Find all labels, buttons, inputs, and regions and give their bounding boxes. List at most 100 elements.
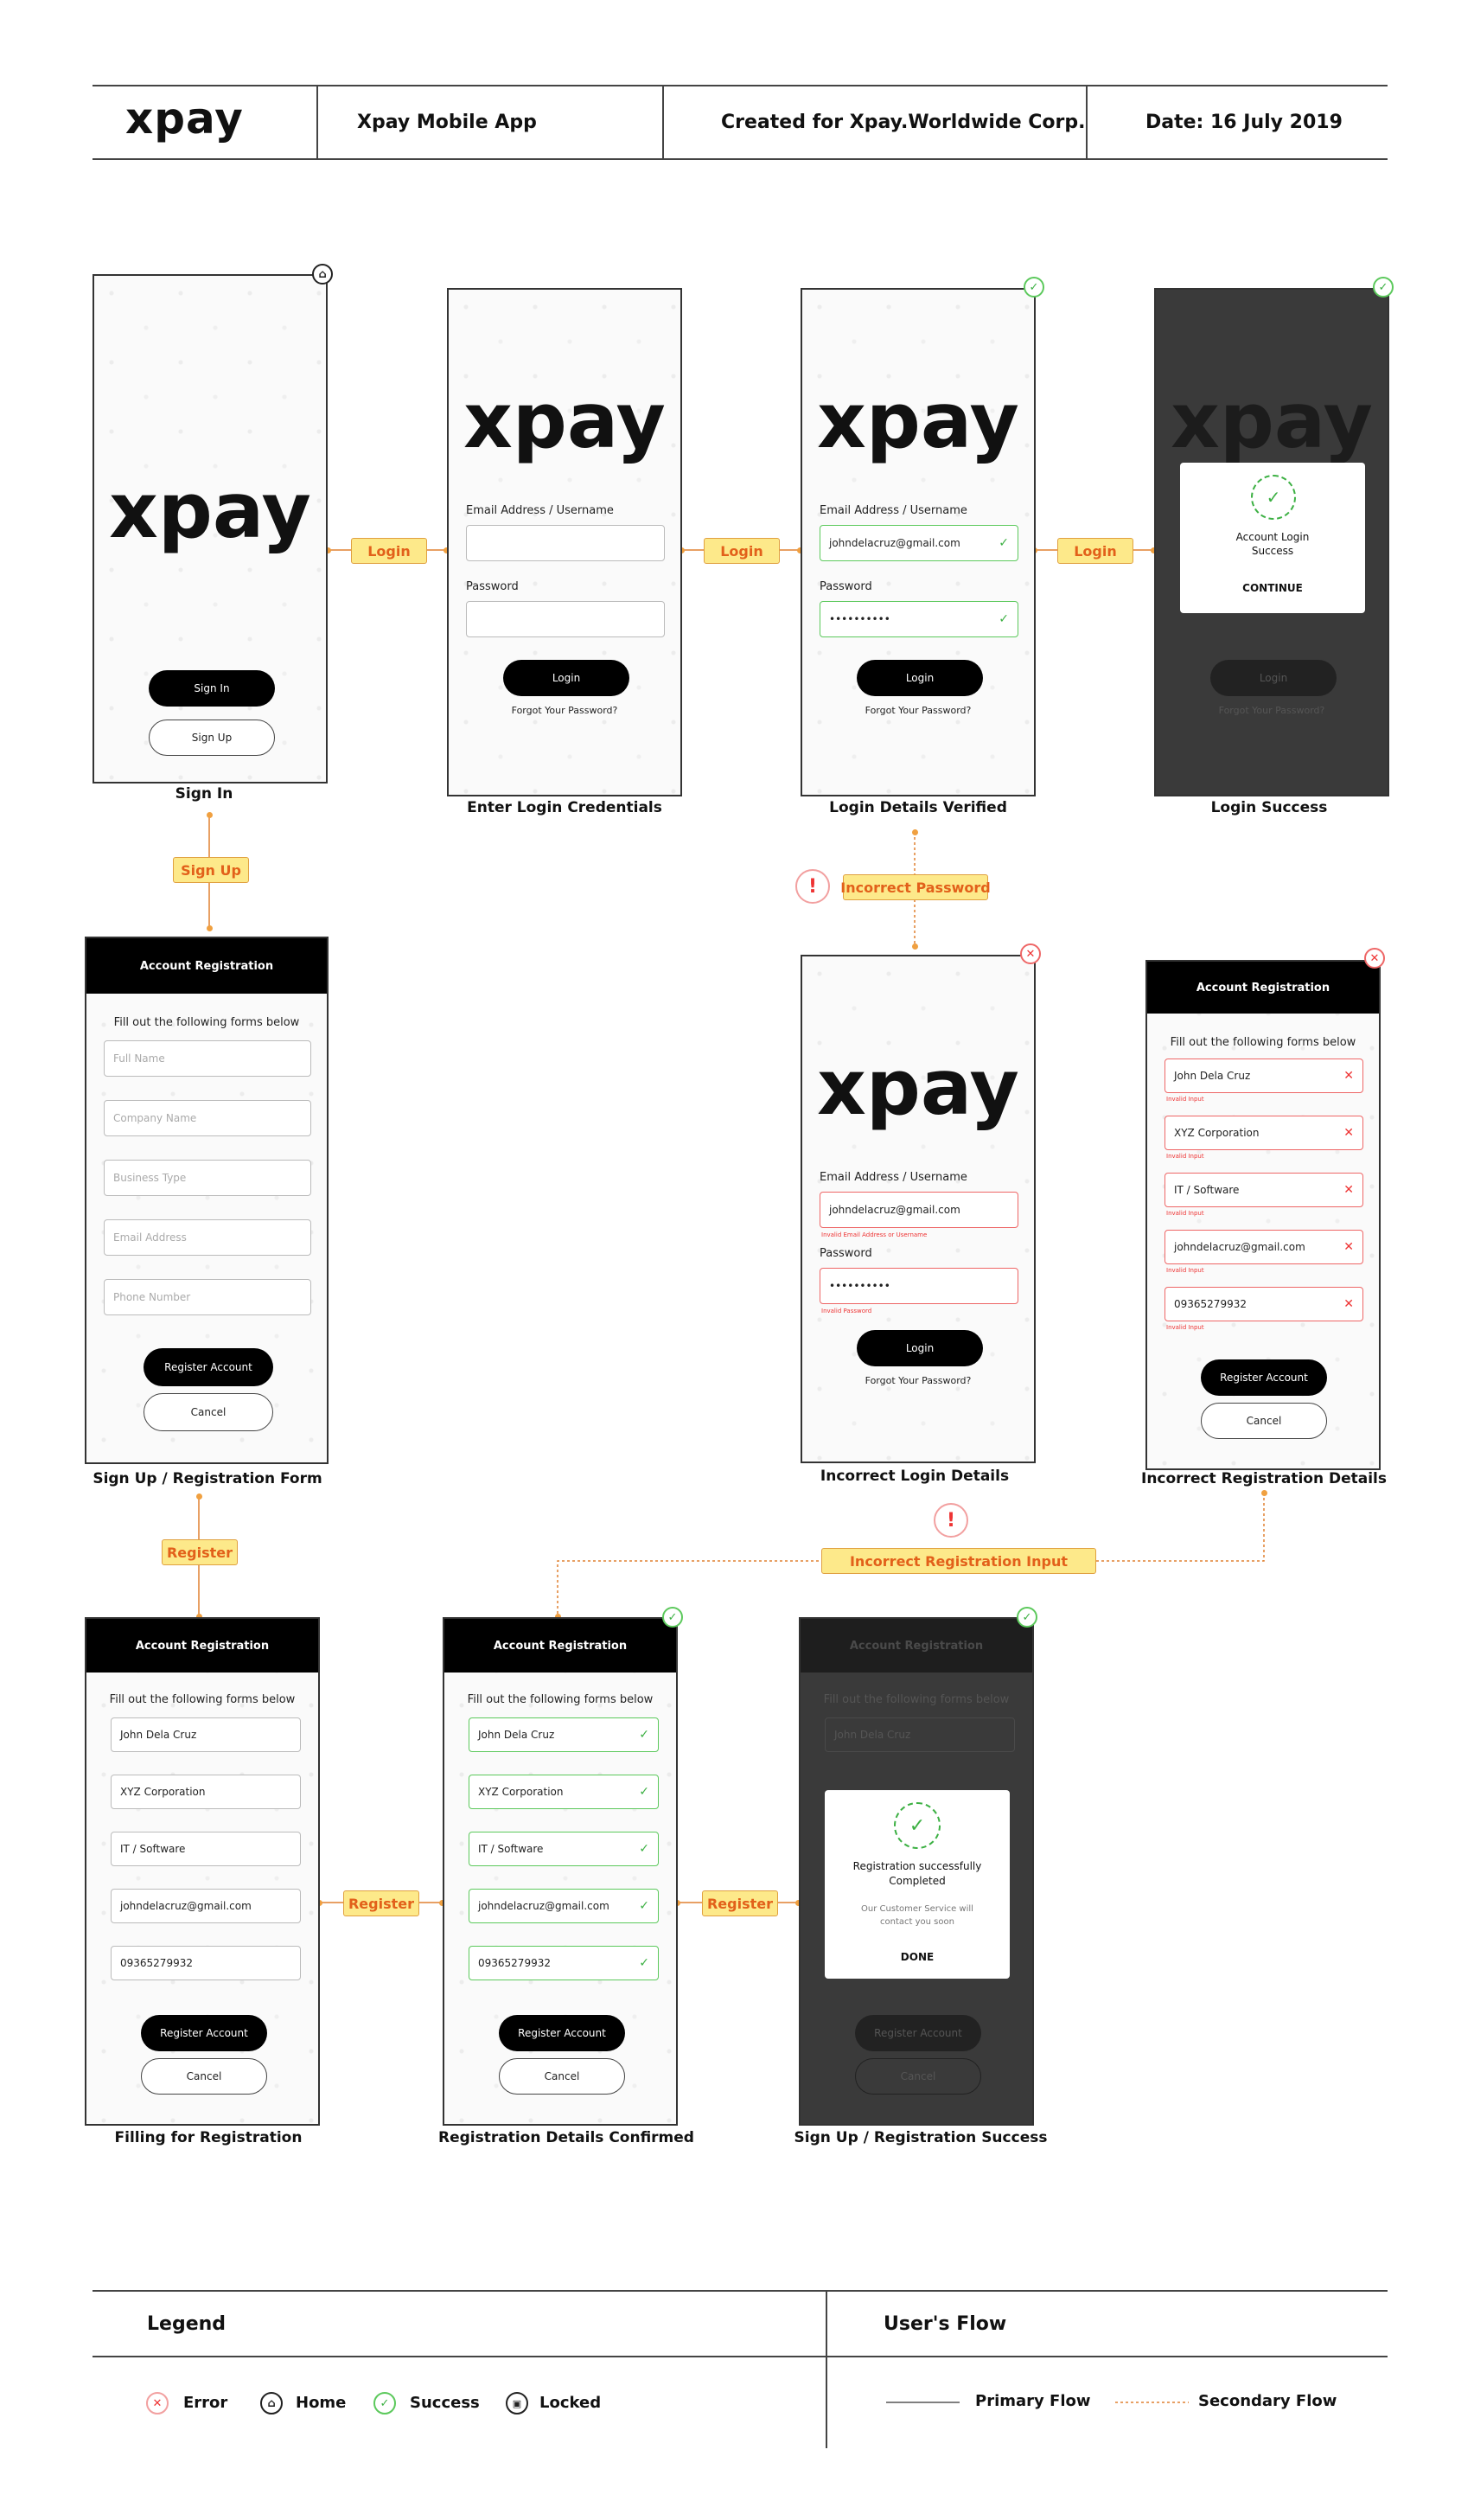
success-check-icon: ✓ — [1251, 475, 1296, 520]
field-value: 09365279932 — [1174, 1298, 1247, 1310]
lock-icon: ▣ — [506, 2392, 528, 2414]
screen-incorrect-login: xpay Email Address / Username johndelacr… — [801, 955, 1036, 1463]
cancel-button[interactable]: Cancel — [499, 2058, 625, 2095]
app-logo: xpay — [817, 1043, 1019, 1132]
full-name-field[interactable]: John Dela Cruz — [111, 1717, 301, 1752]
success-check-icon: ✓ — [894, 1802, 941, 1849]
caption: Enter Login Credentials — [467, 799, 662, 816]
phone-field[interactable]: 09365279932 — [111, 1946, 301, 1980]
flow-dot — [912, 829, 918, 835]
email-field[interactable]: Email Address — [104, 1219, 311, 1256]
flow-tag-incorrect-reg-input: Incorrect Registration Input — [821, 1548, 1096, 1574]
legend-title: Legend — [147, 2313, 227, 2335]
forgot-password-link[interactable]: Forgot Your Password? — [802, 705, 1034, 716]
register-account-button[interactable]: Register Account — [141, 2015, 267, 2051]
flow-tag-login: Login — [351, 538, 427, 564]
phone-field[interactable]: 09365279932 ✕ — [1165, 1287, 1363, 1321]
screen-filling-registration: Account Registration Fill out the follow… — [85, 1617, 320, 2126]
password-label: Password — [466, 580, 519, 593]
registration-header: Account Registration — [444, 1619, 676, 1673]
forgot-password-link[interactable]: Forgot Your Password? — [449, 705, 680, 716]
error-x-icon: ✕ — [1343, 1240, 1354, 1254]
phone-field[interactable]: 09365279932 ✓ — [469, 1946, 659, 1980]
full-name-field: John Dela Cruz — [825, 1717, 1015, 1752]
company-name-field[interactable]: XYZ Corporation ✓ — [469, 1775, 659, 1809]
registration-subtitle: Fill out the following forms below — [109, 1693, 296, 1706]
registration-subtitle: Fill out the following forms below — [467, 1693, 654, 1706]
email-label: Email Address / Username — [820, 1171, 967, 1184]
full-name-field[interactable]: John Dela Cruz ✕ — [1165, 1059, 1363, 1093]
home-icon: ⌂ — [312, 264, 333, 285]
legend-error-label: Error — [183, 2394, 228, 2412]
check-icon: ✓ — [639, 1785, 649, 1799]
continue-button[interactable]: CONTINUE — [1180, 582, 1365, 594]
flow-tag-register: Register — [702, 1890, 778, 1916]
field-value: John Dela Cruz — [834, 1729, 911, 1741]
registration-success-dialog: ✓ Registration successfully Completed Ou… — [825, 1790, 1010, 1979]
field-value: johndelacruz@gmail.com — [1174, 1241, 1305, 1253]
company-name-field[interactable]: XYZ Corporation — [111, 1775, 301, 1809]
email-field[interactable] — [466, 525, 665, 561]
field-error: Invalid Input — [1166, 1267, 1204, 1274]
business-type-field[interactable]: Business Type — [104, 1160, 311, 1196]
company-name-field[interactable]: Company Name — [104, 1100, 311, 1136]
full-name-field[interactable]: Full Name — [104, 1040, 311, 1077]
sign-up-button[interactable]: Sign Up — [149, 720, 275, 756]
email-label: Email Address / Username — [820, 504, 967, 517]
screen-registration-form: Account Registration Fill out the follow… — [85, 937, 329, 1464]
password-field[interactable]: •••••••••• — [820, 1268, 1018, 1304]
register-account-button[interactable]: Register Account — [144, 1348, 273, 1386]
business-type-field[interactable]: IT / Software ✕ — [1165, 1173, 1363, 1207]
cancel-button[interactable]: Cancel — [141, 2058, 267, 2095]
login-button[interactable]: Login — [857, 1330, 983, 1366]
check-icon: ✓ — [639, 1956, 649, 1970]
error-x-icon: ✕ — [1343, 1297, 1354, 1311]
password-field[interactable]: •••••••••• ✓ — [820, 601, 1018, 637]
screen-incorrect-registration: Account Registration Fill out the follow… — [1145, 960, 1381, 1470]
flow-legend-title: User's Flow — [884, 2313, 1007, 2335]
password-field[interactable] — [466, 601, 665, 637]
cancel-button[interactable]: Cancel — [144, 1393, 273, 1431]
cancel-button[interactable]: Cancel — [1201, 1403, 1327, 1439]
business-type-field[interactable]: IT / Software — [111, 1832, 301, 1866]
email-label: Email Address / Username — [466, 504, 614, 517]
password-value: •••••••••• — [829, 613, 890, 625]
register-account-button: Register Account — [855, 2015, 981, 2051]
flow-tag-login: Login — [704, 538, 780, 564]
success-icon: ✓ — [1017, 1607, 1037, 1628]
phone-field[interactable]: Phone Number — [104, 1279, 311, 1315]
flow-dot — [196, 1493, 202, 1500]
full-name-field[interactable]: John Dela Cruz ✓ — [469, 1717, 659, 1752]
flow-dot — [207, 925, 213, 931]
email-field[interactable]: johndelacruz@gmail.com ✓ — [820, 525, 1018, 561]
caption: Login Success — [1210, 799, 1328, 816]
check-icon: ✓ — [639, 1728, 649, 1742]
field-value: John Dela Cruz — [1174, 1070, 1251, 1082]
forgot-password-link[interactable]: Forgot Your Password? — [802, 1375, 1034, 1386]
success-icon: ✓ — [1373, 277, 1394, 297]
check-icon: ✓ — [999, 612, 1009, 626]
email-error: Invalid Email Address or Username — [821, 1231, 928, 1238]
login-button[interactable]: Login — [857, 660, 983, 696]
business-type-field[interactable]: IT / Software ✓ — [469, 1832, 659, 1866]
forgot-password-link: Forgot Your Password? — [1218, 705, 1325, 716]
app-logo: xpay — [817, 376, 1019, 465]
legend-mid-rule — [93, 2356, 1388, 2357]
login-button[interactable]: Login — [503, 660, 629, 696]
field-value: John Dela Cruz — [478, 1729, 555, 1741]
flow-tag-incorrect-password: Incorrect Password — [840, 874, 991, 900]
email-field[interactable]: johndelacruz@gmail.com ✕ — [1165, 1230, 1363, 1264]
register-account-button[interactable]: Register Account — [1201, 1359, 1327, 1396]
app-logo: xpay — [1171, 376, 1373, 465]
email-field[interactable]: johndelacruz@gmail.com — [111, 1889, 301, 1923]
caption: Sign In — [175, 785, 233, 803]
email-field[interactable]: johndelacruz@gmail.com — [820, 1192, 1018, 1228]
done-button[interactable]: DONE — [825, 1951, 1010, 1963]
sign-in-button[interactable]: Sign In — [149, 670, 275, 707]
field-error: Invalid Input — [1166, 1153, 1204, 1160]
register-account-button[interactable]: Register Account — [499, 2015, 625, 2051]
check-icon: ✓ — [639, 1842, 649, 1856]
caption: Sign Up / Registration Success — [794, 2129, 1048, 2146]
email-field[interactable]: johndelacruz@gmail.com ✓ — [469, 1889, 659, 1923]
company-name-field[interactable]: XYZ Corporation ✕ — [1165, 1116, 1363, 1150]
